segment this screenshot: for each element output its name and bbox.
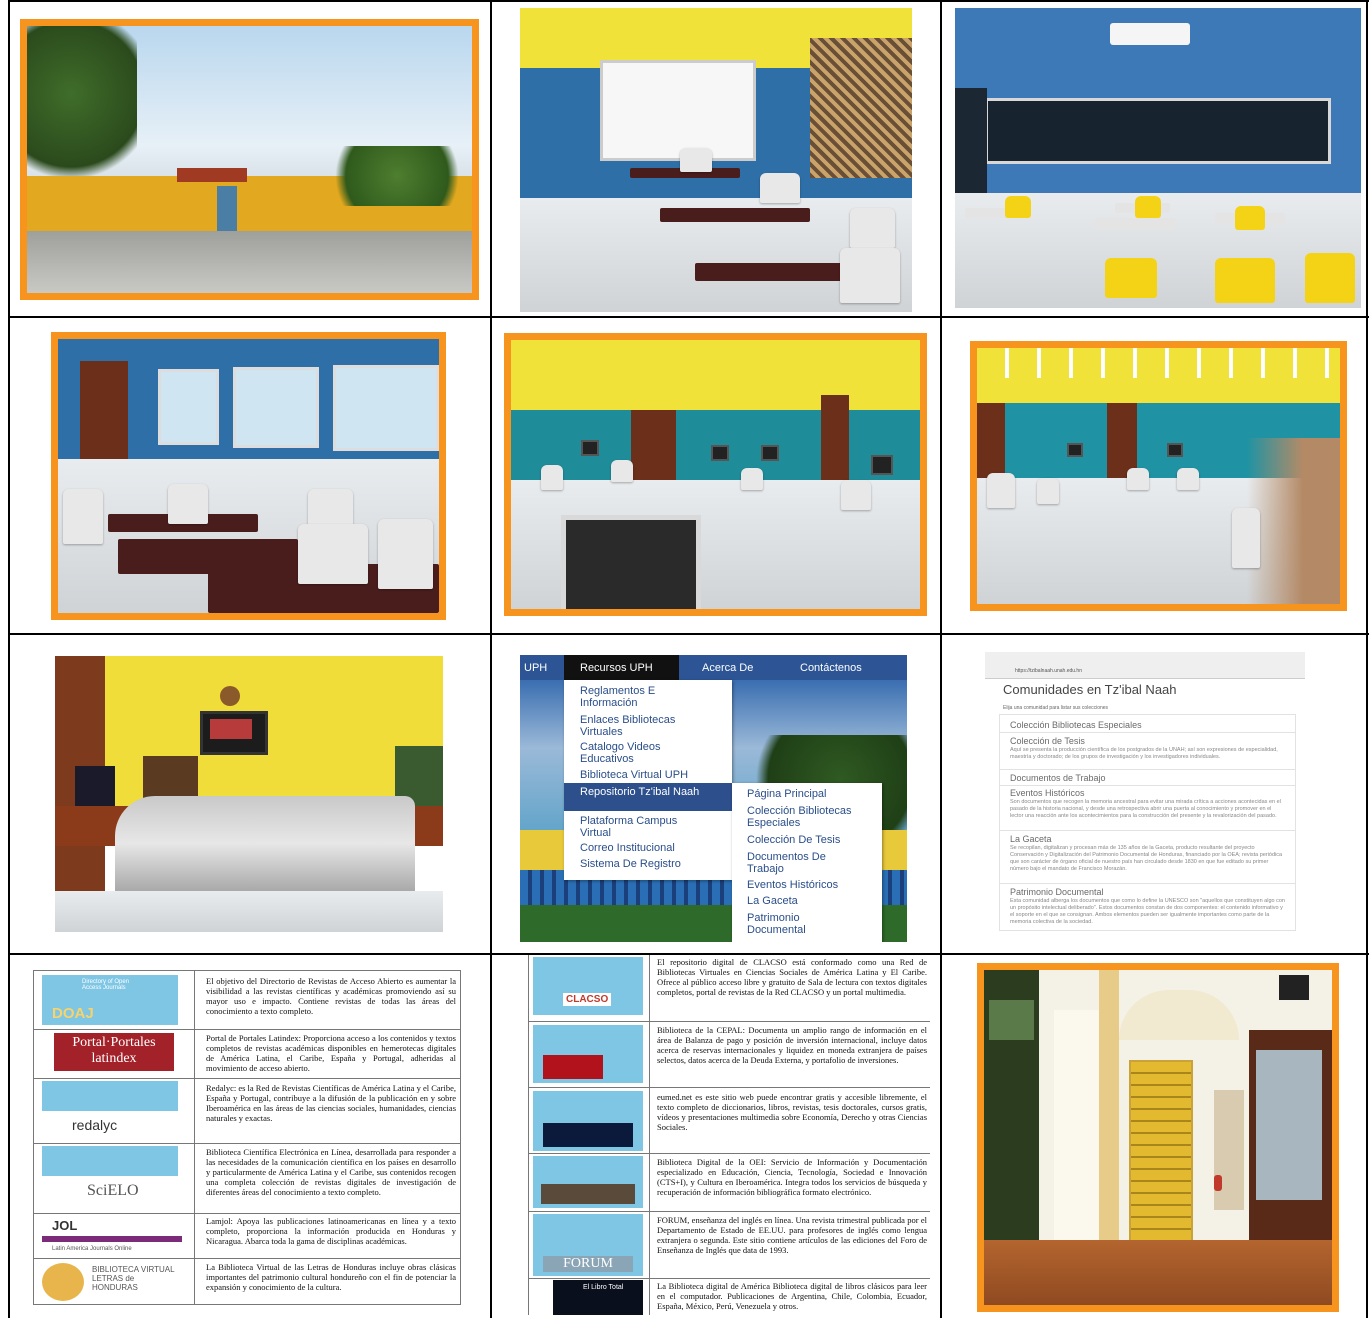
community-list: Colección Bibliotecas Especiales Colecci… [999,714,1296,931]
dropdown-item-sistema-registro[interactable]: Sistema De Registro [580,858,720,870]
submenu-item-documentos-trabajo[interactable]: Documentos De Trabajo [747,851,857,875]
logo-clacso: CLACSO [533,957,643,1015]
screenshot-website-menu: UPH Recursos UPH Acerca De Contáctenos R… [520,655,907,942]
community-item-desc: Esta comunidad alberga los documentos qu… [1010,898,1285,925]
logo-letras-honduras: BIBLIOTECA VIRTUAL LETRAS de HONDURAS [42,1261,192,1303]
browser-url[interactable]: https://tzibalnaah.unah.edu.hn [1015,668,1082,674]
logo-latindex: Portal·Portales latindex [54,1033,174,1071]
dropdown-item-repositorio[interactable]: Repositorio Tz'ibal Naah [580,786,720,798]
community-item-desc: Se recopilan, digitalizan y procesan más… [1010,845,1283,872]
submenu-item-la-gaceta[interactable]: La Gaceta [747,895,877,907]
community-item-desc: Aquí se presenta la producción científic… [1010,747,1278,760]
submenu-item-eventos-historicos[interactable]: Eventos Históricos [747,879,877,891]
dropdown-item-biblioteca-virtual[interactable]: Biblioteca Virtual UPH [580,769,720,781]
resource-description: Biblioteca Científica Electrónica en Lín… [206,1147,456,1197]
photo-library-reception [55,656,443,932]
photo-exterior-building [20,19,479,300]
photo-grid: UPH Recursos UPH Acerca De Contáctenos R… [0,0,1369,1318]
nav-item-contactenos[interactable]: Contáctenos [800,662,862,674]
nav-item-uph[interactable]: UPH [524,662,547,674]
community-item-title[interactable]: Documentos de Trabajo [1010,773,1106,783]
submenu-item-pagina-principal[interactable]: Página Principal [747,788,872,800]
grid-border-top [8,0,1369,2]
grid-col-divider-2 [940,0,942,1318]
resource-description: FORUM, enseñanza del inglés en línea. Un… [657,1215,927,1255]
grid-col-divider-1 [490,0,492,1318]
resource-description: Redalyc: es la Red de Revistas Científic… [206,1083,456,1123]
logo-forum: FORUM [533,1214,643,1276]
nav-item-recursos-uph[interactable]: Recursos UPH [580,662,653,674]
dropdown-item-catalogo-videos[interactable]: Catalogo Videos Educativos [580,741,690,765]
grid-row-divider-2 [8,633,1369,635]
resource-description: eumed.net es este sitio web puede encont… [657,1092,927,1132]
logo-cepal [533,1025,643,1083]
logo-doaj: Directory of Open Access Journals DOAJ [42,975,178,1025]
resource-description: La Biblioteca digital de América Bibliot… [657,1281,927,1311]
screenshot-communities-page: https://tzibalnaah.unah.edu.hn Comunidad… [985,652,1305,932]
community-item-title[interactable]: Colección de Tesis [1010,736,1085,746]
dropdown-item-enlaces-bibliotecas[interactable]: Enlaces Bibliotecas Virtuales [580,714,700,738]
photo-computer-lab-1 [504,333,927,616]
photo-classroom-windows [51,332,446,620]
dropdown-item-plataforma-campus[interactable]: Plataforma Campus Virtual [580,815,700,839]
logo-redalyc: redalyc [42,1081,178,1141]
submenu-item-coleccion-bibliotecas[interactable]: Colección Bibliotecas Especiales [747,805,877,829]
photo-hallway [977,963,1339,1312]
community-item-desc: Son documentos que recogen la memoria an… [1010,799,1281,819]
photo-computer-lab-2 [970,341,1347,611]
communities-subtitle: Elija una comunidad para listar sus cole… [1003,705,1109,711]
logo-scielo: SciELO [42,1146,178,1211]
grid-row-divider-1 [8,316,1369,318]
resource-description: El repositorio digital de CLACSO está co… [657,957,927,997]
photo-classroom-whiteboard [520,8,912,312]
logo-oei [533,1156,643,1208]
community-item-title[interactable]: Patrimonio Documental [1010,887,1104,897]
communities-title: Comunidades en Tz'ibal Naah [1003,682,1177,697]
logo-eumed [533,1091,643,1151]
community-item-title[interactable]: Eventos Históricos [1010,788,1085,798]
resource-description: Biblioteca Digital de la OEI: Servicio d… [657,1157,927,1197]
nav-item-acerca-de[interactable]: Acerca De [702,662,753,674]
submenu-item-coleccion-tesis[interactable]: Colección De Tesis [747,834,877,846]
resources-table-left: Directory of Open Access Journals DOAJ E… [33,970,461,1305]
resources-table-right: CLACSO El repositorio digital de CLACSO … [528,955,930,1315]
grid-border-left [8,0,10,1318]
dropdown-item-correo[interactable]: Correo Institucional [580,842,720,854]
photo-classroom-yellow-chairs [955,8,1361,308]
resource-description: El objetivo del Directorio de Revistas d… [206,976,456,1016]
resource-description: La Biblioteca Virtual de las Letras de H… [206,1262,456,1292]
submenu-item-patrimonio[interactable]: Patrimonio Documental [747,912,857,936]
logo-libro-total: El Libro Total [553,1280,643,1315]
logo-lamjol: JOL Latin America Journals Online [42,1216,182,1256]
grid-border-right [1366,0,1368,1318]
resource-description: Lamjol: Apoya las publicaciones latinoam… [206,1216,456,1246]
community-item-title[interactable]: La Gaceta [1010,834,1052,844]
resource-description: Biblioteca de la CEPAL: Documenta un amp… [657,1025,927,1065]
community-item-title[interactable]: Colección Bibliotecas Especiales [1010,720,1142,730]
dropdown-item-reglamentos[interactable]: Reglamentos E Información [580,685,690,709]
resource-description: Portal de Portales Latindex: Proporciona… [206,1033,456,1073]
